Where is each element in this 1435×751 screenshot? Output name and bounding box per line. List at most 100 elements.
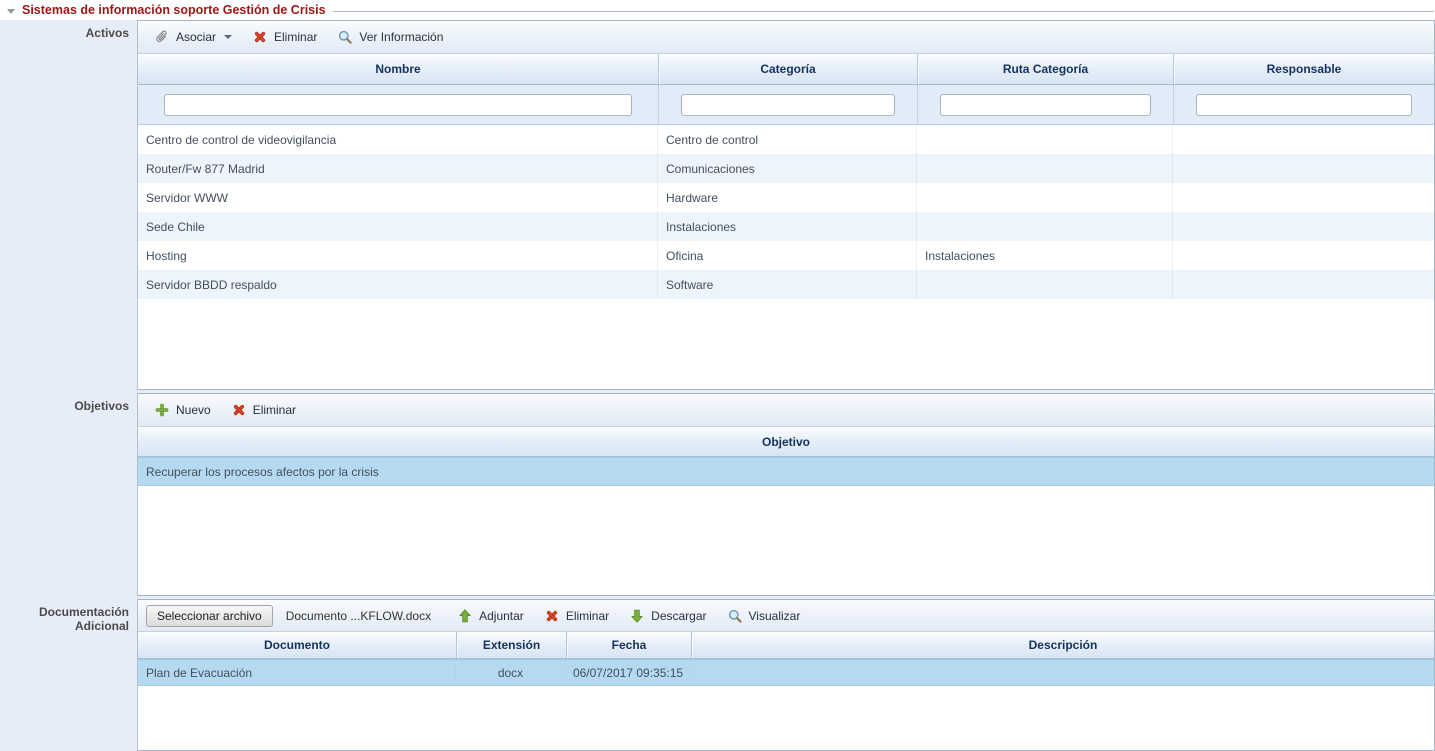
documentacion-panel: Seleccionar archivo Documento ...KFLOW.d… (137, 599, 1435, 751)
delete-x-icon (544, 608, 560, 624)
cell-nombre: Servidor BBDD respaldo (138, 270, 658, 299)
eliminar-activo-button[interactable]: Eliminar (244, 25, 325, 49)
asociar-button-label: Asociar (176, 30, 216, 44)
cell-nombre: Servidor WWW (138, 183, 658, 212)
visualizar-button-label: Visualizar (749, 609, 801, 623)
fieldset-body: Activos Asociar Eliminar Ver Información (0, 20, 1435, 751)
documentacion-grid-body: Plan de Evacuación docx 06/07/2017 09:35… (138, 659, 1434, 750)
documentacion-section-label: Documentación Adicional (0, 599, 137, 751)
fieldset-legend: Sistemas de información soporte Gestión … (0, 0, 1435, 20)
nuevo-objetivo-button-label: Nuevo (176, 403, 211, 417)
objetivos-section: Objetivos Nuevo Eliminar Objetivo (0, 393, 1435, 596)
cell-ruta-categoria: Instalaciones (917, 241, 1173, 270)
column-header-ruta-categoria[interactable]: Ruta Categoría (917, 54, 1173, 84)
adjuntar-button-label: Adjuntar (479, 609, 524, 623)
descargar-button[interactable]: Descargar (621, 604, 714, 628)
arrow-down-icon (629, 608, 645, 624)
eliminar-objetivo-button-label: Eliminar (253, 403, 296, 417)
filter-categoria-input[interactable] (681, 94, 895, 116)
descargar-button-label: Descargar (651, 609, 706, 623)
activo-row[interactable]: Servidor BBDD respaldo Software (138, 270, 1434, 299)
activos-panel: Asociar Eliminar Ver Información Nombre … (137, 20, 1435, 390)
cell-extension: docx (456, 659, 566, 686)
objetivos-toolbar: Nuevo Eliminar (138, 394, 1434, 427)
activo-row[interactable]: Sede Chile Instalaciones (138, 212, 1434, 241)
cell-responsable (1173, 183, 1434, 212)
column-header-fecha[interactable]: Fecha (566, 632, 691, 658)
cell-categoria: Hardware (658, 183, 917, 212)
cell-objetivo: Recuperar los procesos afectos por la cr… (138, 457, 1434, 486)
column-header-objetivo[interactable]: Objetivo (138, 427, 1434, 456)
cell-categoria: Instalaciones (658, 212, 917, 241)
objetivos-grid-header: Objetivo (138, 427, 1434, 457)
cell-responsable (1173, 270, 1434, 299)
activos-grid-body: Centro de control de videovigilancia Cen… (138, 125, 1434, 389)
paperclip-icon (154, 29, 170, 45)
column-header-categoria[interactable]: Categoría (658, 54, 917, 84)
column-header-documento[interactable]: Documento (138, 632, 456, 658)
ver-informacion-button[interactable]: Ver Información (329, 25, 451, 49)
documentacion-grid-header: Documento Extensión Fecha Descripción (138, 632, 1434, 659)
cell-ruta-categoria (917, 270, 1173, 299)
cell-ruta-categoria (917, 183, 1173, 212)
activos-toolbar: Asociar Eliminar Ver Información (138, 21, 1434, 54)
cell-categoria: Oficina (658, 241, 917, 270)
column-header-descripcion[interactable]: Descripción (691, 632, 1434, 658)
arrow-up-icon (457, 608, 473, 624)
filter-responsable-input[interactable] (1196, 94, 1412, 116)
magnifier-icon (727, 608, 743, 624)
activo-row[interactable]: Hosting Oficina Instalaciones (138, 241, 1434, 270)
cell-nombre: Sede Chile (138, 212, 658, 241)
activos-section: Activos Asociar Eliminar Ver Información (0, 20, 1435, 390)
cell-responsable (1173, 212, 1434, 241)
documento-row[interactable]: Plan de Evacuación docx 06/07/2017 09:35… (138, 659, 1434, 686)
eliminar-documento-button[interactable]: Eliminar (536, 604, 617, 628)
cell-ruta-categoria (917, 125, 1173, 154)
cell-descripcion (691, 659, 1434, 686)
cell-categoria: Software (658, 270, 917, 299)
nuevo-objetivo-button[interactable]: Nuevo (146, 398, 219, 422)
cell-responsable (1173, 241, 1434, 270)
eliminar-objetivo-button[interactable]: Eliminar (223, 398, 304, 422)
cell-documento: Plan de Evacuación (138, 659, 456, 686)
cell-nombre: Router/Fw 877 Madrid (138, 154, 658, 183)
eliminar-activo-button-label: Eliminar (274, 30, 317, 44)
documentacion-section: Documentación Adicional Seleccionar arch… (0, 599, 1435, 751)
legend-rule (333, 11, 1434, 12)
delete-x-icon (231, 402, 247, 418)
page-title: Sistemas de información soporte Gestión … (22, 3, 326, 17)
asociar-button[interactable]: Asociar (146, 25, 240, 49)
cell-nombre: Hosting (138, 241, 658, 270)
cell-categoria: Centro de control (658, 125, 917, 154)
eliminar-documento-button-label: Eliminar (566, 609, 609, 623)
objetivos-grid-body: Recuperar los procesos afectos por la cr… (138, 457, 1434, 595)
objetivos-section-label: Objetivos (0, 393, 137, 596)
column-header-responsable[interactable]: Responsable (1173, 54, 1434, 84)
cell-categoria: Comunicaciones (658, 154, 917, 183)
activo-row[interactable]: Centro de control de videovigilancia Cen… (138, 125, 1434, 154)
documentacion-toolbar: Seleccionar archivo Documento ...KFLOW.d… (138, 600, 1434, 632)
seleccionar-archivo-button[interactable]: Seleccionar archivo (146, 605, 273, 627)
filter-ruta-categoria-input[interactable] (940, 94, 1151, 116)
add-plus-icon (154, 402, 170, 418)
crisis-management-page: Sistemas de información soporte Gestión … (0, 0, 1435, 751)
column-header-extension[interactable]: Extensión (456, 632, 566, 658)
objetivo-row[interactable]: Recuperar los procesos afectos por la cr… (138, 457, 1434, 486)
column-header-nombre[interactable]: Nombre (138, 54, 658, 84)
cell-ruta-categoria (917, 212, 1173, 241)
delete-x-icon (252, 29, 268, 45)
activos-section-label: Activos (0, 20, 137, 390)
activos-grid-header: Nombre Categoría Ruta Categoría Responsa… (138, 54, 1434, 85)
visualizar-button[interactable]: Visualizar (719, 604, 809, 628)
activo-row[interactable]: Router/Fw 877 Madrid Comunicaciones (138, 154, 1434, 183)
cell-ruta-categoria (917, 154, 1173, 183)
magnifier-icon (337, 29, 353, 45)
cell-responsable (1173, 125, 1434, 154)
cell-responsable (1173, 154, 1434, 183)
collapse-arrow-icon[interactable] (7, 9, 15, 14)
cell-fecha: 06/07/2017 09:35:15 (566, 659, 691, 686)
filter-nombre-input[interactable] (164, 94, 632, 116)
adjuntar-button[interactable]: Adjuntar (449, 604, 532, 628)
cell-nombre: Centro de control de videovigilancia (138, 125, 658, 154)
activo-row[interactable]: Servidor WWW Hardware (138, 183, 1434, 212)
